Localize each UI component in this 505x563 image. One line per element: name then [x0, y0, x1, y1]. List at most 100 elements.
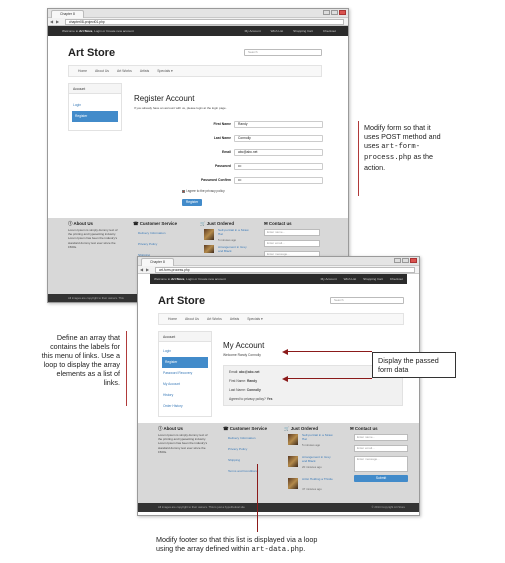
register-button[interactable]: Register — [182, 199, 202, 206]
sidebar-item-login[interactable]: Login — [69, 100, 121, 111]
top-bar: Welcome to Art Store, Login or Create ne… — [150, 274, 407, 284]
minimize-button[interactable] — [394, 258, 401, 263]
painting-thumbnail[interactable] — [288, 456, 298, 467]
footer: ⓘ About Us Lorem Ipsum is simply dummy t… — [138, 423, 419, 503]
ordered-item-time: 5 minutes ago — [302, 443, 321, 447]
first-name-input[interactable]: Randy — [234, 121, 323, 128]
email-input[interactable]: abc@abc.net — [234, 149, 323, 156]
contact-email-input[interactable]: Enter email... — [264, 240, 320, 247]
sidebar-item-register[interactable]: Register — [162, 357, 208, 368]
browser-tab[interactable]: Chapter 8 — [141, 258, 174, 266]
my-account-link[interactable]: My Account — [321, 274, 337, 284]
sidebar-item-login[interactable]: Login — [159, 346, 211, 357]
about-us-heading: ⓘ About Us — [158, 426, 183, 431]
close-button[interactable] — [410, 258, 417, 263]
password-input[interactable]: ••• — [234, 163, 323, 170]
account-sidebar: Account Login Register Password Recovery… — [158, 331, 212, 417]
ordered-item-title[interactable]: Self-portrait in a Straw Hat — [218, 228, 252, 237]
nav-art-works[interactable]: Art Works — [117, 66, 132, 76]
my-account-link[interactable]: My Account — [245, 26, 261, 36]
nav-specials[interactable]: Specials ▾ — [247, 314, 262, 324]
info-privacy: Agreed to privacy policy? Yes — [229, 397, 273, 401]
maximize-button[interactable] — [402, 258, 409, 263]
shopping-cart-link[interactable]: Shopping Cart — [293, 26, 313, 36]
browser-tab-bar: Chapter 8 — [48, 9, 348, 18]
search-input[interactable]: Search — [244, 49, 322, 56]
ordered-item-time: 5 minutes ago — [218, 238, 237, 242]
back-arrow-icon[interactable]: ◀ — [50, 19, 53, 24]
nav-about-us[interactable]: About Us — [185, 314, 199, 324]
footer-link-shipping[interactable]: Shipping — [228, 458, 240, 462]
about-us-text: Lorem Ipsum is simply dummy text of the … — [158, 433, 208, 454]
last-name-input[interactable]: Connolly — [234, 135, 323, 142]
ordered-item-title[interactable]: Arrangement in Grey and Black — [302, 455, 336, 464]
email-label: Email — [221, 150, 231, 154]
checkout-link[interactable]: Checkout — [323, 26, 336, 36]
browser-tab[interactable]: Chapter 8 — [51, 10, 84, 18]
brand-logo[interactable]: Art Store — [68, 47, 115, 59]
wish-list-link[interactable]: Wish List — [344, 274, 357, 284]
nav-artists[interactable]: Artists — [230, 314, 239, 324]
address-bar[interactable]: art-form-process.php — [155, 267, 415, 273]
copyright-right: © 2014 Copyright Art Store — [371, 505, 405, 509]
nav-artists[interactable]: Artists — [140, 66, 149, 76]
footer-link-delivery[interactable]: Delivery Information — [228, 436, 256, 440]
footer-link-privacy[interactable]: Privacy Policy — [138, 242, 157, 246]
wish-list-link[interactable]: Wish List — [271, 26, 284, 36]
nav-about-us[interactable]: About Us — [95, 66, 109, 76]
window-controls — [394, 258, 417, 263]
painting-thumbnail[interactable] — [204, 229, 214, 240]
forward-arrow-icon[interactable]: ▶ — [146, 267, 149, 272]
nav-home[interactable]: Home — [168, 314, 177, 324]
nav-home[interactable]: Home — [78, 66, 87, 76]
brand-logo[interactable]: Art Store — [158, 295, 205, 307]
agree-checkbox[interactable] — [182, 189, 185, 193]
first-name-label: First Name — [213, 122, 231, 126]
window-controls — [323, 10, 346, 15]
about-us-text: Lorem Ipsum is simply dummy text of the … — [68, 228, 118, 249]
password-confirm-label: Password Confirm — [201, 178, 231, 182]
address-bar[interactable]: chapter08-project01.php — [65, 19, 344, 25]
search-input[interactable]: Search — [330, 297, 404, 304]
close-button[interactable] — [339, 10, 346, 15]
copyright-left: All images are copyright to their owners… — [158, 505, 245, 509]
sidebar-item-my-account[interactable]: My Account — [159, 379, 211, 390]
sidebar-item-password-recovery[interactable]: Password Recovery — [159, 368, 211, 379]
shopping-cart-link[interactable]: Shopping Cart — [363, 274, 383, 284]
maximize-button[interactable] — [331, 10, 338, 15]
my-account-screenshot: Chapter 8 ◀ ▶ art-form-process.php Welco… — [137, 256, 420, 516]
painting-thumbnail[interactable] — [204, 245, 214, 253]
submit-button[interactable]: Submit — [354, 475, 408, 482]
contact-message-input[interactable]: Enter message... — [354, 456, 408, 472]
footer-link-delivery[interactable]: Delivery Information — [138, 231, 166, 235]
nav-art-works[interactable]: Art Works — [207, 314, 222, 324]
last-name-label: Last Name — [213, 136, 231, 140]
ordered-item-title[interactable]: Arrangement in Grey and Black — [218, 245, 252, 254]
customer-service-heading: ☎ Customer Service — [223, 426, 268, 431]
ordered-item-title[interactable]: Artist Holding a Thistle — [302, 477, 336, 482]
agree-row: I agree to the privacy policy — [182, 189, 225, 193]
sidebar-item-history[interactable]: History — [159, 390, 211, 401]
contact-email-input[interactable]: Enter email... — [354, 445, 408, 452]
forward-arrow-icon[interactable]: ▶ — [56, 19, 59, 24]
footer-link-terms[interactable]: Terms and Conditions — [228, 469, 258, 473]
customer-service-heading: ☎ Customer Service — [133, 221, 178, 226]
sidebar-item-order-history[interactable]: Order History — [159, 401, 211, 412]
password-confirm-input[interactable]: ••• — [234, 177, 323, 184]
ordered-item-title[interactable]: Self-portrait in a Straw Hat — [302, 433, 336, 442]
minimize-button[interactable] — [323, 10, 330, 15]
contact-name-input[interactable]: Enter name... — [354, 434, 408, 441]
callout-rule — [358, 121, 359, 196]
nav-specials[interactable]: Specials ▾ — [157, 66, 172, 76]
address-bar-row: ◀ ▶ chapter08-project01.php — [48, 18, 348, 26]
page-subtitle: If you already have an account with us, … — [134, 106, 227, 110]
contact-us-heading: ✉ Contact us — [350, 426, 378, 431]
back-arrow-icon[interactable]: ◀ — [140, 267, 143, 272]
painting-thumbnail[interactable] — [288, 478, 298, 489]
painting-thumbnail[interactable] — [288, 434, 298, 445]
contact-name-input[interactable]: Enter name... — [264, 229, 320, 236]
agree-label[interactable]: I agree to the privacy policy — [186, 189, 225, 193]
page-title: My Account — [223, 341, 265, 350]
checkout-link[interactable]: Checkout — [390, 274, 403, 284]
footer-link-privacy[interactable]: Privacy Policy — [228, 447, 247, 451]
